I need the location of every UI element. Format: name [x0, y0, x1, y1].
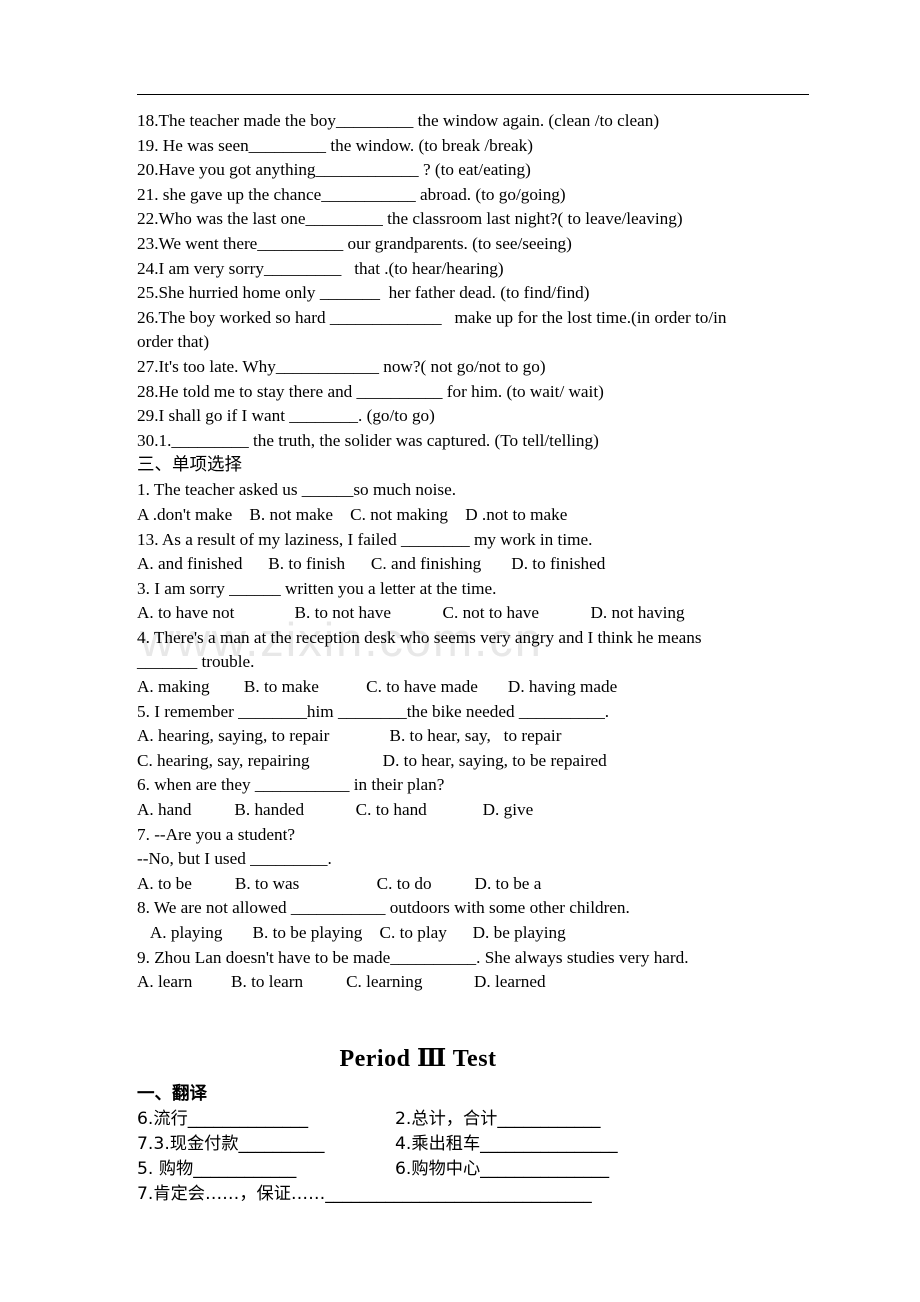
section-heading-multiple-choice: 三、单项选择 — [137, 455, 242, 476]
page-title: Period Ⅲ Test — [339, 1045, 497, 1072]
question-stem-continuation: _______ trouble. — [137, 652, 255, 672]
exercise-line: 18.The teacher made the boy_________ the… — [137, 111, 660, 130]
exercise-line: 30.1._________ the truth, the solider wa… — [137, 430, 599, 450]
exercise-line: 28.He told me to stay there and ________… — [137, 381, 604, 401]
translation-row: 6.流行______________ 2.总计，合计____________ — [137, 1107, 809, 1132]
answer-options: A. making B. to make C. to have made D. … — [137, 677, 618, 697]
exercise-line: 29.I shall go if I want ________. (go/to… — [137, 406, 435, 426]
answer-options: A. learn B. to learn C. learning D. lear… — [137, 972, 546, 992]
translation-item-left: 7.3.现金付款__________ — [137, 1133, 325, 1154]
question-stem: 6. when are they ___________ in their pl… — [137, 775, 445, 795]
translation-row: 7.3.现金付款__________ 4.乘出租车_______________… — [137, 1132, 809, 1157]
question-stem: 7. --Are you a student? — [137, 824, 295, 844]
question-stem: 4. There's a man at the reception desk w… — [137, 627, 702, 647]
answer-options: A. hearing, saying, to repair B. to hear… — [137, 726, 562, 746]
fill-in-blanks-section: 18.The teacher made the boy_________ the… — [137, 109, 809, 453]
translation-item-right: 2.总计，合计____________ — [395, 1108, 601, 1129]
translation-item-right: 4.乘出租车________________ — [395, 1133, 618, 1154]
translation-item-right: 6.购物中心_______________ — [395, 1158, 610, 1179]
question-stem: 8. We are not allowed ___________ outdoo… — [137, 898, 630, 918]
header-rule — [137, 94, 809, 95]
exercise-line: 24.I am very sorry_________ that .(to he… — [137, 258, 504, 278]
answer-options: A .don't make B. not make C. not making … — [137, 504, 568, 524]
answer-options: A. playing B. to be playing C. to play D… — [137, 923, 566, 942]
exercise-line-continuation: order that) — [137, 332, 210, 352]
question-stem: 13. As a result of my laziness, I failed… — [137, 529, 593, 549]
question-stem: 1. The teacher asked us ______so much no… — [137, 480, 457, 500]
translation-row: 5. 购物____________ 6.购物中心_______________ — [137, 1157, 809, 1182]
answer-options: C. hearing, say, repairing D. to hear, s… — [137, 750, 607, 770]
answer-options: A. to have not B. to not have C. not to … — [137, 603, 685, 623]
multiple-choice-section: 三、单项选择 1. The teacher asked us ______so … — [137, 453, 809, 994]
question-stem: 3. I am sorry ______ written you a lette… — [137, 578, 497, 598]
translation-item-full-width: 7.肯定会……，保证……____________________________… — [137, 1183, 592, 1204]
question-stem: 5. I remember ________him ________the bi… — [137, 701, 610, 721]
exercise-line: 21. she gave up the chance___________ ab… — [137, 184, 566, 204]
document-page: www.zixin.com.cn 18.The teacher made the… — [0, 0, 920, 1302]
question-stem-continuation: --No, but I used _________. — [137, 849, 332, 869]
translation-item-left: 6.流行______________ — [137, 1108, 309, 1129]
exercise-line: 23.We went there__________ our grandpare… — [137, 233, 572, 253]
exercise-line: 20.Have you got anything____________ ? (… — [137, 160, 531, 180]
exercise-line: 19. He was seen_________ the window. (to… — [137, 135, 533, 155]
question-stem: 9. Zhou Lan doesn't have to be made_____… — [137, 947, 689, 967]
document-content: 18.The teacher made the boy_________ the… — [137, 94, 809, 1207]
answer-options: A. hand B. handed C. to hand D. give — [137, 800, 534, 820]
section-heading-translation: 一、翻译 — [137, 1083, 207, 1104]
answer-options: A. to be B. to was C. to do D. to be a — [137, 873, 542, 893]
exercise-line: 26.The boy worked so hard _____________ … — [137, 307, 727, 327]
exercise-line: 25.She hurried home only _______ her fat… — [137, 283, 590, 303]
exercise-line: 27.It's too late. Why____________ now?( … — [137, 356, 546, 376]
translation-item-left: 5. 购物____________ — [137, 1158, 297, 1179]
answer-options: A. and finished B. to finish C. and fini… — [137, 554, 606, 574]
period-test-section: Period Ⅲ Test 一、翻译 6.流行______________ 2.… — [137, 1044, 809, 1207]
exercise-line: 22.Who was the last one_________ the cla… — [137, 209, 683, 229]
